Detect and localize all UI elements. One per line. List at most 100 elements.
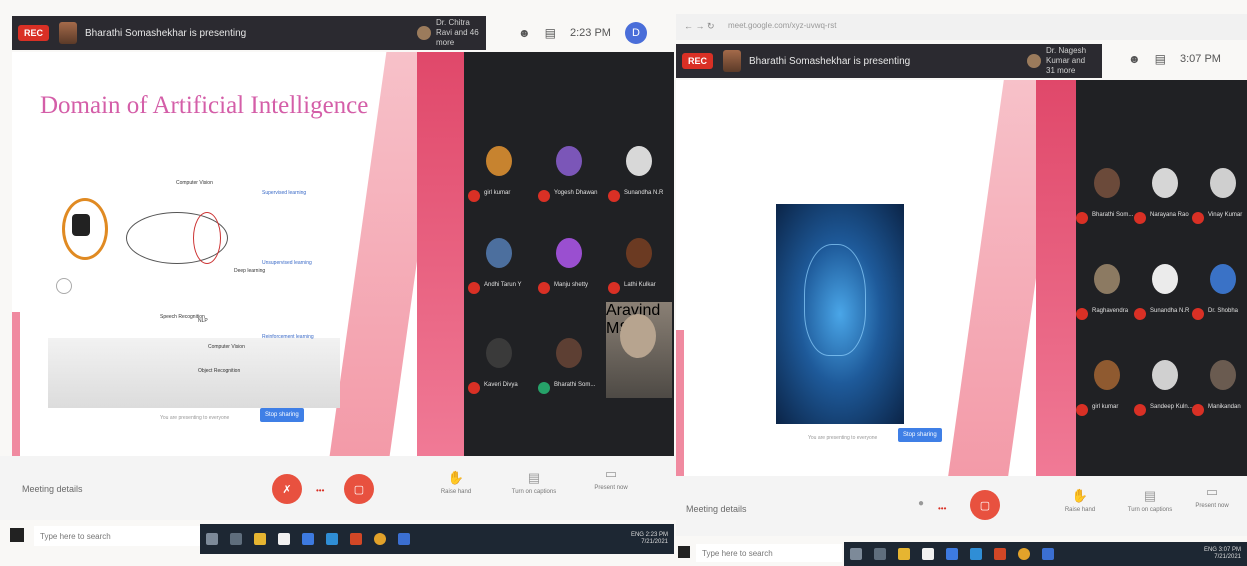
participant-avatar [1094, 360, 1120, 390]
folder-icon[interactable] [898, 548, 910, 560]
meet-window-left: REC Bharathi Somashekhar is presenting D… [0, 0, 676, 566]
more-dots-icon[interactable]: ••• [316, 486, 324, 495]
shared-slide [676, 80, 1076, 476]
mic-muted-icon [608, 190, 620, 202]
meeting-details-link[interactable]: Meeting details [22, 484, 83, 494]
meet-top-bar: REC Bharathi Somashekhar is presenting D… [12, 16, 486, 50]
captions-button[interactable]: ▤ Turn on captions [1122, 488, 1178, 513]
taskbar-lang: ENG [630, 532, 644, 538]
participant-tile[interactable]: Manikandan [1192, 356, 1247, 436]
chat-icon[interactable]: ▤ [1155, 52, 1166, 66]
edge-icon[interactable] [326, 533, 338, 545]
participant-tile[interactable]: girl kumar [468, 142, 532, 222]
account-avatar[interactable]: D [624, 22, 647, 44]
presenting-label: Bharathi Somashekhar is presenting [85, 27, 247, 39]
nav-back-icon[interactable]: ← → ↻ [684, 21, 715, 32]
participant-tile[interactable]: Sandeep Kuln... [1134, 356, 1198, 436]
viewer-count[interactable]: Dr. Nagesh Kumar and 31 more [1027, 46, 1096, 76]
participant-tile[interactable]: Dr. Shobha [1192, 260, 1247, 340]
powerpoint-icon[interactable] [350, 533, 362, 545]
camera-off-button[interactable]: ▢ [970, 490, 1000, 520]
raise-hand-button[interactable]: ✋ Raise hand [434, 470, 478, 495]
windows-start-icon[interactable] [678, 546, 690, 558]
store-icon[interactable] [922, 548, 934, 560]
head-outline [804, 244, 866, 356]
present-now-button[interactable]: ▭ Present now [576, 466, 646, 491]
participant-tile[interactable]: Sunandha N.R [608, 142, 672, 222]
people-icon[interactable]: ☻ [1128, 52, 1141, 66]
chrome-icon[interactable] [374, 533, 386, 545]
taskbar-clock[interactable]: ENG 2:23 PM 7/21/2021 [631, 532, 668, 546]
participant-tile[interactable]: Andhi Tarun Y [468, 234, 532, 314]
store-icon[interactable] [278, 533, 290, 545]
taskbar-clock[interactable]: ENG 3:07 PM 7/21/2021 [1204, 547, 1241, 561]
tool-label: Present now [594, 485, 628, 491]
participant-tile[interactable]: Narayana Rao [1134, 164, 1198, 244]
taskview-icon[interactable] [230, 533, 242, 545]
mail-icon[interactable] [946, 548, 958, 560]
powerpoint-icon[interactable] [994, 548, 1006, 560]
browser-address-bar: ← → ↻ meet.google.com/xyz-uvwq-rst [676, 14, 1247, 40]
windows-taskbar: ENG 3:07 PM 7/21/2021 [844, 542, 1247, 566]
word-icon[interactable] [1042, 548, 1054, 560]
mic-muted-icon [1192, 308, 1204, 320]
participant-tile[interactable]: Bharathi Som... [1076, 164, 1140, 244]
taskview-icon[interactable] [874, 548, 886, 560]
diagram-node: Speech Recognition [160, 314, 205, 320]
chrome-icon[interactable] [1018, 548, 1030, 560]
mic-muted-icon [1134, 404, 1146, 416]
search-icon[interactable] [206, 533, 218, 545]
participant-avatar [626, 146, 652, 176]
participant-tile[interactable]: Vinay Kumar [1192, 164, 1247, 244]
diagram-node: Computer Vision [176, 180, 213, 186]
viewer-count[interactable]: Dr. Chitra Ravi and 46 more [417, 18, 480, 48]
mail-icon[interactable] [302, 533, 314, 545]
participant-tile[interactable]: Bharathi Som... [538, 334, 602, 414]
edge-icon[interactable] [970, 548, 982, 560]
mic-active-icon [538, 382, 550, 394]
search-icon[interactable] [850, 548, 862, 560]
participant-tile[interactable]: girl kumar [1076, 356, 1140, 436]
participant-tile[interactable]: Kaveri Divya [468, 334, 532, 414]
windows-start-icon[interactable] [10, 528, 24, 542]
slide-decoration [12, 312, 20, 456]
taskbar-search[interactable]: Type here to search [34, 526, 200, 546]
camera-off-button[interactable]: ▢ [344, 474, 374, 504]
taskbar-search[interactable]: Type here to search [696, 544, 842, 562]
present-now-button[interactable]: ▭ Present now [1180, 484, 1244, 509]
slide-decoration [417, 52, 464, 456]
hand-icon: ✋ [1071, 488, 1089, 503]
participant-tile[interactable]: Yogesh Dhawan [538, 142, 602, 222]
stop-sharing-button[interactable]: Stop sharing [260, 408, 304, 422]
diagram-node: Reinforcement learning [262, 334, 314, 340]
more-dots-icon[interactable]: ••• [938, 504, 946, 513]
url-field[interactable]: meet.google.com/xyz-uvwq-rst [728, 21, 836, 30]
participant-tile[interactable]: Manju shetty [538, 234, 602, 314]
participant-avatar [556, 238, 582, 268]
folder-icon[interactable] [254, 533, 266, 545]
mic-muted-icon [468, 282, 480, 294]
stop-sharing-button[interactable]: Stop sharing [898, 428, 942, 442]
mic-icon[interactable]: ● [918, 498, 924, 509]
chat-icon[interactable]: ▤ [545, 26, 556, 40]
people-icon[interactable]: ☻ [518, 26, 531, 40]
meeting-details-link[interactable]: Meeting details [686, 504, 747, 514]
mic-muted-icon [538, 190, 550, 202]
self-video-tile[interactable]: Aravind MS [606, 302, 672, 398]
participant-tile[interactable]: Sunandha N.R [1134, 260, 1198, 340]
captions-button[interactable]: ▤ Turn on captions [506, 470, 562, 495]
participant-name: Kaveri Divya [484, 382, 518, 388]
tool-label: Raise hand [440, 489, 472, 495]
word-icon[interactable] [398, 533, 410, 545]
raise-hand-button[interactable]: ✋ Raise hand [1058, 488, 1102, 513]
participant-avatar [486, 146, 512, 176]
participant-tile[interactable]: Raghavendra [1076, 260, 1140, 340]
participant-name: Raghavendra [1092, 308, 1129, 314]
tool-label: Turn on captions [511, 489, 557, 495]
mic-off-button[interactable]: ✗ [272, 474, 302, 504]
participant-avatar [1094, 168, 1120, 198]
camera-off-icon: ▢ [353, 483, 365, 496]
ai-logo-figure [72, 214, 90, 236]
presenting-notice: You are presenting to everyone [804, 432, 898, 444]
participant-avatar [1152, 168, 1178, 198]
